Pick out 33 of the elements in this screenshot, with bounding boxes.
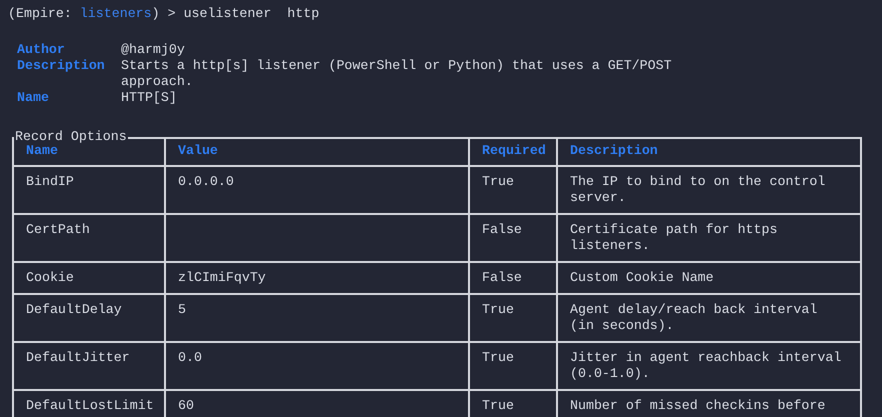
table-cell: Custom Cookie Name bbox=[557, 262, 861, 294]
table-cell: 5 bbox=[165, 294, 469, 342]
table-cell: CertPath bbox=[13, 214, 165, 262]
prompt-text: ) > bbox=[152, 6, 177, 22]
table-cell: DefaultJitter bbox=[13, 342, 165, 390]
column-header: Required bbox=[469, 138, 557, 166]
table-cell: 0.0 bbox=[165, 342, 469, 390]
table-cell: False bbox=[469, 214, 557, 262]
info-value: HTTP[S] bbox=[121, 90, 178, 106]
table-cell: Agent delay/reach back interval (in seconds). bbox=[557, 294, 861, 342]
table-cell: DefaultDelay bbox=[13, 294, 165, 342]
table-cell: 0.0.0.0 bbox=[165, 166, 469, 214]
table-cell: False bbox=[469, 262, 557, 294]
info-key: Name bbox=[17, 90, 121, 106]
info-key: Description bbox=[17, 58, 121, 90]
table-cell: BindIP bbox=[13, 166, 165, 214]
table-cell: True bbox=[469, 166, 557, 214]
table-cell: Jitter in agent reachback interval (0.0-1.0). bbox=[557, 342, 861, 390]
table-cell: Cookie bbox=[13, 262, 165, 294]
table-cell: The IP to bind to on the control server. bbox=[557, 166, 861, 214]
table-cell: zlCImiFqvTy bbox=[165, 262, 469, 294]
table-cell: True bbox=[469, 294, 557, 342]
prompt-text: (Empire: bbox=[8, 6, 73, 22]
column-header: Description bbox=[557, 138, 861, 166]
table-cell: True bbox=[469, 342, 557, 390]
command-text: uselistener http bbox=[184, 6, 320, 22]
column-header: Value bbox=[165, 138, 469, 166]
prompt-context: listeners bbox=[80, 6, 152, 22]
table-cell: DefaultLostLimit bbox=[13, 390, 165, 417]
info-value: @harmj0y bbox=[121, 42, 186, 58]
table-cell: Certificate path for https listeners. bbox=[557, 214, 861, 262]
info-value: Starts a http[s] listener (PowerShell or Python) that uses a GET/POST approach. bbox=[121, 58, 673, 90]
info-key: Author bbox=[17, 42, 121, 58]
